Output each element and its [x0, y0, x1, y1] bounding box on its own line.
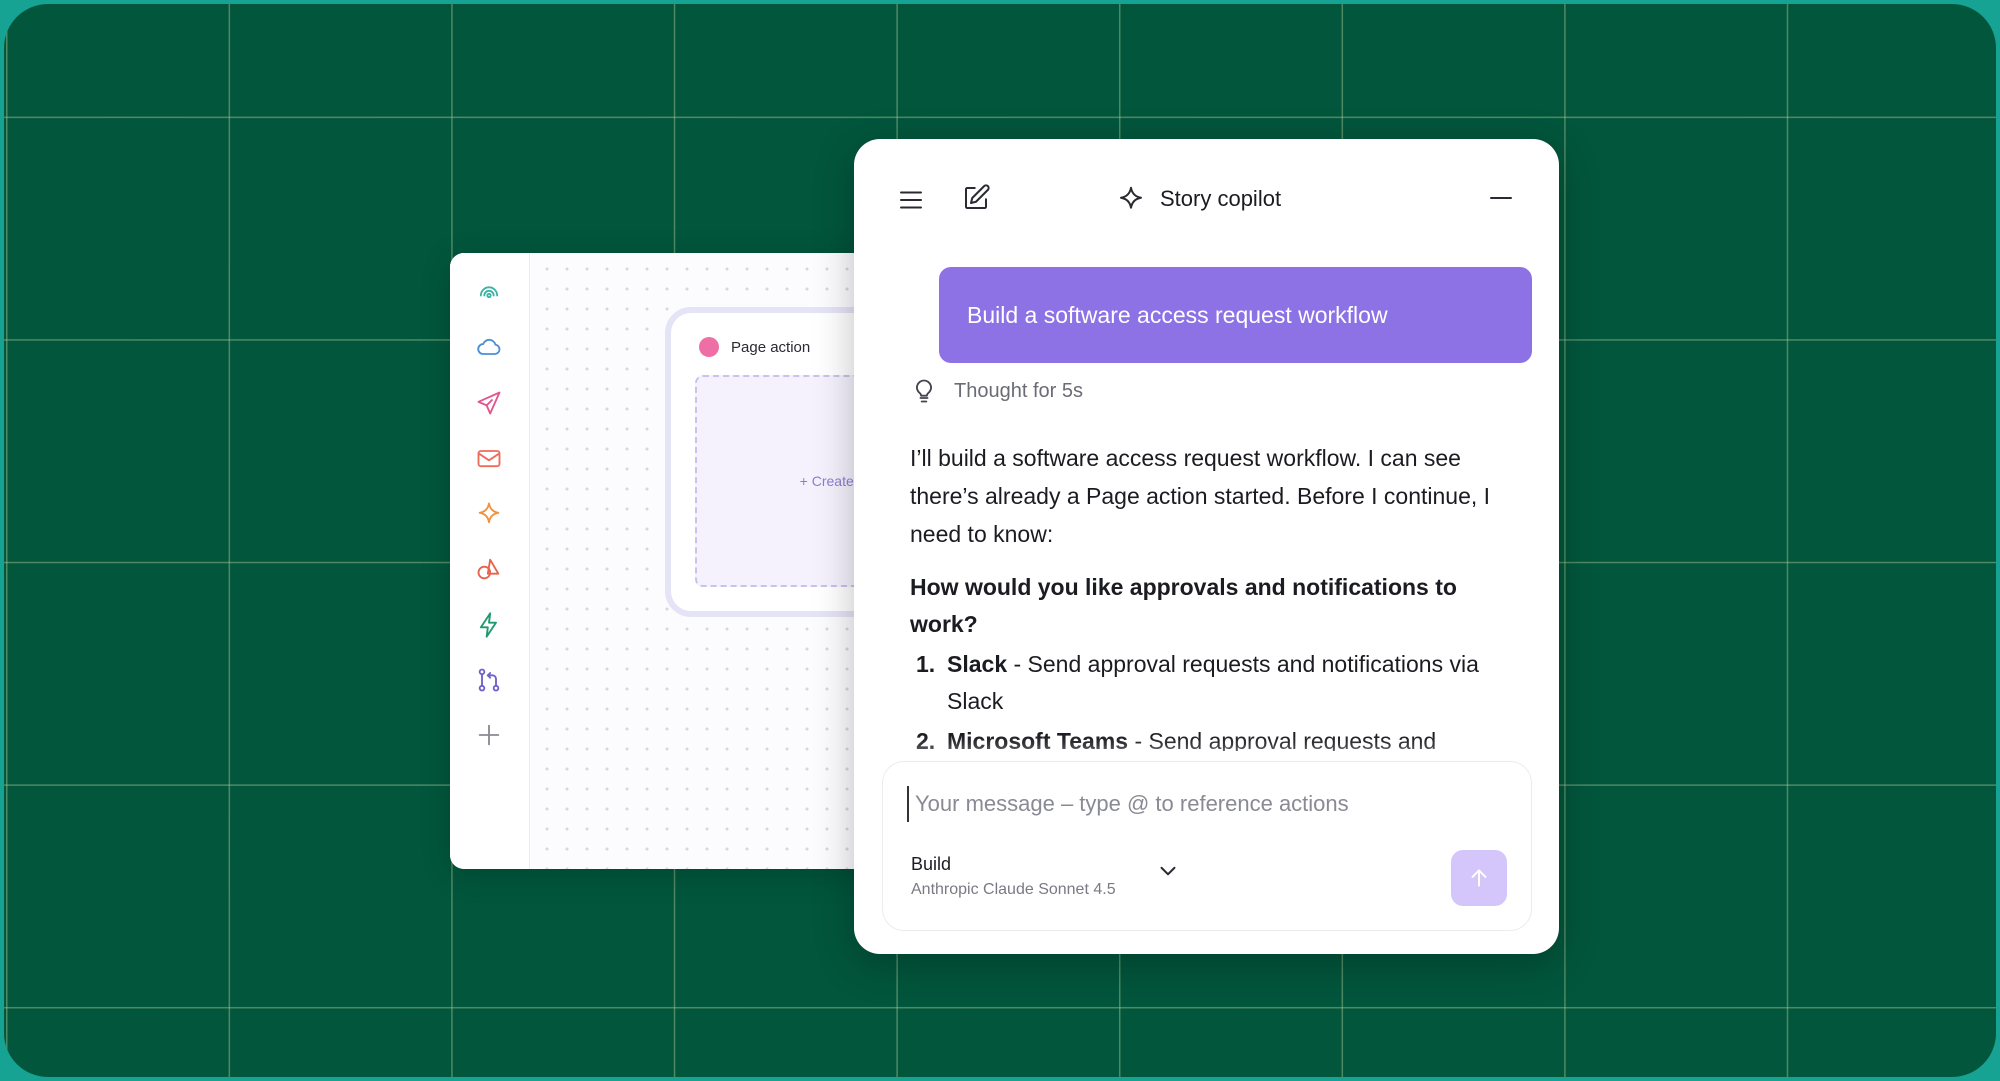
action-icon-rail — [450, 253, 530, 869]
branch-icon[interactable] — [474, 665, 504, 695]
copilot-title: Story copilot — [1160, 186, 1282, 211]
page-action-title: Page action — [731, 338, 811, 356]
option-name: Microsoft Teams — [947, 728, 1129, 751]
copilot-header-title: Story copilot — [1116, 179, 1281, 219]
sparkle-icon[interactable] — [474, 499, 504, 529]
page-action-status-dot — [699, 337, 719, 357]
assistant-response: I’ll build a software access request wor… — [910, 439, 1520, 751]
send-icon[interactable] — [474, 388, 504, 418]
user-message-text: Build a software access request workflow — [967, 301, 1388, 328]
webhook-icon[interactable] — [474, 277, 504, 307]
mail-icon[interactable] — [474, 443, 504, 473]
thought-indicator[interactable]: Thought for 5s — [910, 377, 1083, 405]
minimize-icon — [1490, 197, 1512, 199]
hamburger-icon — [900, 191, 922, 209]
sparkle-icon — [1120, 186, 1142, 209]
canvas-dot-grid: Page action + Create Page — [531, 253, 870, 869]
mode-label: Build — [911, 854, 952, 874]
create-page-dropzone[interactable]: + Create Page — [695, 375, 870, 587]
response-intro: I’ll build a software access request wor… — [910, 445, 1491, 547]
story-copilot-panel: Story copilot Build a software access re… — [854, 139, 1559, 954]
option-name: Slack — [947, 651, 1008, 677]
list-item: 1. Slack - Send approval requests and not… — [910, 646, 1520, 720]
cloud-icon[interactable] — [474, 332, 504, 362]
chevron-down-icon[interactable] — [1155, 858, 1181, 884]
menu-button[interactable] — [896, 185, 926, 215]
workflow-canvas-card: Page action + Create Page — [450, 253, 870, 869]
response-options: 1. Slack - Send approval requests and not… — [910, 646, 1520, 751]
bolt-icon[interactable] — [474, 610, 504, 640]
lightbulb-icon — [916, 379, 932, 403]
new-chat-button[interactable] — [960, 183, 992, 215]
response-question: How would you like approvals and notific… — [910, 574, 1457, 637]
edit-icon — [965, 184, 990, 209]
thought-text: Thought for 5s — [954, 379, 1083, 402]
option-number: 1. — [916, 651, 936, 677]
minimize-button[interactable] — [1486, 183, 1516, 213]
background-grid: Page action + Create Page Story — [4, 4, 1996, 1077]
page-action-header: Page action — [699, 337, 810, 357]
message-input[interactable] — [907, 786, 1497, 822]
model-label: Anthropic Claude Sonnet 4.5 — [911, 881, 1116, 898]
arrow-up-icon — [1471, 869, 1487, 887]
option-desc: - Send approval requests and notificatio… — [947, 651, 1479, 714]
mode-selector[interactable]: Build Anthropic Claude Sonnet 4.5 — [911, 854, 1171, 906]
page-action-node[interactable]: Page action + Create Page — [665, 307, 870, 617]
plus-icon[interactable] — [474, 720, 504, 750]
option-number: 2. — [916, 728, 936, 751]
user-message-bubble: Build a software access request workflow — [939, 267, 1532, 363]
list-item: 2. Microsoft Teams - Send approval reques… — [910, 723, 1520, 751]
send-button[interactable] — [1451, 850, 1507, 906]
shapes-icon[interactable] — [474, 554, 504, 584]
message-composer: Build Anthropic Claude Sonnet 4.5 — [882, 761, 1532, 931]
